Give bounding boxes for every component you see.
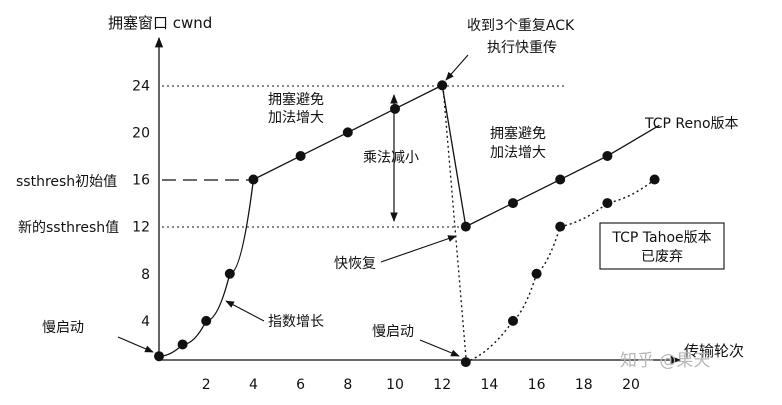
congestion-avoidance-2-line1: 拥塞避免 (490, 125, 546, 142)
slow-start-1-pointer (117, 336, 154, 353)
reno-point (248, 174, 259, 185)
reno-label: TCP Reno版本 (644, 116, 739, 132)
x-tick-label: 4 (249, 377, 258, 393)
y-axis-label: 拥塞窗口 cwnd (108, 14, 212, 32)
cwnd-chart: 拥塞窗口 cwnd 传输轮次 2 4 6 8 10 12 14 16 18 20 48121620… (16, 14, 744, 393)
reno-point (154, 351, 164, 362)
reno-line-path (158, 84, 660, 357)
congestion-avoidance-2-line2: 加法增大 (490, 145, 546, 161)
reno-point (177, 339, 188, 350)
tahoe-point (531, 268, 542, 279)
y-tick-labels: 4 8 12 16 20 24 (132, 78, 150, 330)
reno-point (437, 80, 448, 91)
exponential-growth-pointer (225, 300, 265, 322)
reno-point (295, 150, 306, 161)
y-tick-label: 4 (141, 314, 150, 330)
tahoe-point (649, 174, 660, 185)
x-tick-label: 16 (528, 377, 546, 393)
x-tick-label: 18 (575, 377, 593, 393)
reno-point (342, 127, 353, 138)
x-tick-label: 6 (296, 377, 305, 393)
reno-point (224, 268, 235, 279)
fast-recovery-label: 快恢复 (334, 255, 376, 272)
y-tick-label: 8 (141, 267, 150, 283)
tahoe-drop-dotted-line (442, 85, 467, 359)
tahoe-label-line1: TCP Tahoe版本 (611, 230, 711, 246)
y-tick-label: 12 (132, 220, 150, 236)
exponential-growth-label: 指数增长 (268, 314, 324, 330)
tahoe-point (602, 198, 613, 209)
congestion-avoidance-1-line2: 加法增大 (268, 110, 324, 126)
ack-pointer-arrow (445, 54, 469, 81)
reno-point (201, 315, 212, 326)
y-tick-label: 20 (132, 125, 150, 141)
reno-series-line (158, 84, 660, 357)
x-tick-label: 2 (202, 377, 211, 393)
tahoe-point (508, 315, 518, 326)
ssthresh-new-label: 新的ssthresh值 (18, 220, 119, 236)
tahoe-series-line (465, 178, 656, 363)
tahoe-line-path (465, 178, 656, 363)
reno-point (555, 174, 566, 185)
watermark: 知乎 @果天 (620, 351, 710, 371)
congestion-avoidance-1-line1: 拥塞避免 (268, 91, 324, 108)
x-tick-label: 14 (480, 377, 498, 393)
tahoe-label-line2: 已废弃 (641, 249, 683, 265)
x-tick-label: 10 (386, 377, 404, 393)
y-tick-label: 24 (132, 78, 150, 94)
x-tick-label: 20 (622, 377, 640, 393)
fast-recovery-pointer (380, 235, 457, 263)
x-tick-label: 12 (433, 377, 451, 393)
slow-start-2-pointer (419, 339, 460, 357)
multiplicative-decrease-label: 乘法减小 (363, 150, 419, 166)
slow-start-1-label: 慢启动 (42, 319, 84, 336)
fast-retransmit-label: 执行快重传 (487, 40, 557, 56)
reno-point (602, 150, 613, 161)
tahoe-label-box: TCP Tahoe版本 已废弃 (599, 222, 725, 270)
y-tick-label: 16 (132, 173, 150, 189)
slow-start-2-label: 慢启动 (372, 323, 414, 340)
x-tick-label: 8 (343, 377, 352, 393)
reno-point (390, 103, 400, 114)
three-dup-ack-label: 收到3个重复ACK (467, 17, 575, 34)
ssthresh-initial-label: ssthresh初始值 (16, 173, 117, 190)
reno-point (460, 221, 471, 232)
tahoe-point (460, 357, 471, 368)
reno-point (508, 198, 518, 209)
tahoe-point (555, 221, 566, 232)
x-tick-labels: 2 4 6 8 10 12 14 16 18 20 (202, 377, 640, 393)
